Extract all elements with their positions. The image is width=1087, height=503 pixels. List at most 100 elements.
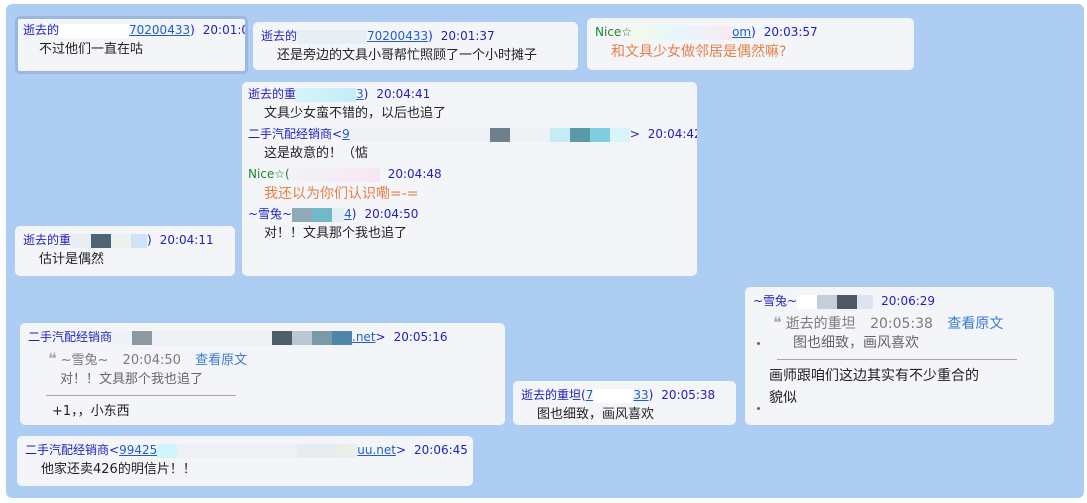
- message-header: 逝去的 70200433) 20:01:37: [261, 28, 570, 44]
- sender-name[interactable]: Nice☆(: [248, 167, 290, 181]
- message-header: 逝去的重坦(7 33) 20:05:38: [521, 387, 728, 403]
- bracket: ): [428, 29, 433, 43]
- redaction: [289, 167, 380, 182]
- redaction: [857, 294, 874, 309]
- sender-link[interactable]: 70200433: [129, 23, 190, 37]
- message-card[interactable]: Nice☆ om) 20:03:57 和文具少女做邻居是偶然嘛?: [587, 18, 914, 70]
- redaction: [131, 233, 148, 248]
- quote-mark-icon: ❝: [773, 313, 782, 332]
- message-text: +1，，小东西: [52, 404, 130, 419]
- redaction: [817, 294, 838, 309]
- message-card[interactable]: 逝去的 70200433) 20:01:04 不过他们一直在咕: [15, 16, 248, 74]
- message-card[interactable]: 逝去的 70200433) 20:01:37 还是旁边的文具小哥帮忙照顾了一个小时摊…: [253, 22, 578, 70]
- timestamp: 20:04:41: [376, 87, 431, 101]
- sender-name[interactable]: 二手汽配经销商<: [25, 443, 119, 457]
- sender-link[interactable]: 9: [342, 127, 350, 141]
- sender-link[interactable]: uu.net: [357, 443, 396, 457]
- sender-name[interactable]: Nice☆: [595, 25, 632, 39]
- redaction: [632, 25, 733, 40]
- sender-name[interactable]: ~雪兔~: [753, 294, 797, 308]
- message-header: 二手汽配经销商<99425 uu.net> 20:06:45: [25, 442, 468, 458]
- divider: [46, 395, 236, 396]
- bracket: ): [648, 388, 654, 402]
- redaction: [549, 127, 570, 142]
- sender-link[interactable]: .net: [352, 330, 376, 344]
- message-header: 逝去的重 3) 20:04:41: [248, 86, 691, 102]
- message-card[interactable]: ~雪兔~ 20:06:29 ❝ 逝去的重坦 20:05:38 查看原文 图也细致，画…: [745, 287, 1054, 425]
- quoted-message: ❝ 逝去的重坦 20:05:38 查看原文 图也细致，画风喜欢: [773, 313, 1046, 353]
- sender-name[interactable]: ~雪兔~: [248, 207, 292, 221]
- redaction: [297, 29, 368, 44]
- message-card[interactable]: 二手汽配经销商 .net> 20:05:16 ❝ ~雪兔~ 20:04:50 查看原文…: [20, 323, 505, 425]
- sender-link[interactable]: 7: [586, 388, 594, 402]
- quote-text: 图也细致，画风喜欢: [793, 335, 919, 351]
- timestamp: 20:04:48: [387, 167, 442, 181]
- redaction: [157, 443, 178, 458]
- message-header: 逝去的重) 20:04:11: [23, 232, 227, 248]
- sender-link[interactable]: 33: [633, 388, 648, 402]
- redaction: [59, 23, 130, 38]
- sender-name[interactable]: 二手汽配经销商<: [248, 127, 342, 141]
- message-header: ~雪兔~ 4) 20:04:50: [248, 206, 691, 222]
- message-header: 逝去的 70200433) 20:01:04: [23, 22, 245, 38]
- message-text: 这是故意的！（惦: [264, 146, 369, 161]
- sender-name[interactable]: 逝去的: [261, 29, 297, 43]
- redaction: [332, 330, 353, 345]
- quote-author: ~雪兔~: [60, 353, 109, 368]
- sender-name[interactable]: 逝去的重: [248, 87, 296, 101]
- sender-name[interactable]: 逝去的重: [23, 233, 71, 247]
- redaction: [292, 207, 313, 222]
- redaction: [152, 330, 273, 345]
- redaction: [509, 127, 550, 142]
- message-text: 不过他们一直在咕: [39, 42, 144, 57]
- message-text: 对！！文具那个我也追了: [264, 226, 408, 241]
- quote-time: 20:05:38: [870, 316, 933, 332]
- redaction: [489, 127, 510, 142]
- message-text: 他家还卖426的明信片！！: [41, 462, 196, 477]
- sender-link[interactable]: om: [732, 25, 751, 39]
- redaction: [71, 233, 92, 248]
- message-card[interactable]: 逝去的重) 20:04:11 估计是偶然: [15, 226, 235, 276]
- redaction: [609, 127, 630, 142]
- bracket: >: [375, 330, 386, 344]
- redaction: [837, 294, 858, 309]
- redaction: [349, 127, 490, 142]
- redaction: [292, 330, 313, 345]
- timestamp: 20:05:16: [393, 330, 448, 344]
- sender-name[interactable]: 二手汽配经销商: [28, 330, 112, 344]
- divider: [777, 359, 1017, 360]
- redaction: [312, 330, 333, 345]
- message-header: Nice☆ om) 20:03:57: [595, 24, 906, 40]
- bracket: >: [629, 127, 640, 141]
- quoted-message: ❝ ~雪兔~ 20:04:50 查看原文 对！！文具那个我也追了: [48, 349, 497, 389]
- sender-link[interactable]: 3: [356, 87, 364, 101]
- sender-link[interactable]: 70200433: [367, 29, 428, 43]
- timestamp: 20:05:38: [661, 388, 716, 402]
- sender-name[interactable]: 逝去的重坦(: [521, 388, 586, 402]
- message-card[interactable]: 逝去的重坦(7 33) 20:05:38 图也细致，画风喜欢: [513, 381, 736, 425]
- message-text: 图也细致，画风喜欢: [537, 407, 655, 422]
- view-original-link[interactable]: 查看原文: [947, 316, 1003, 332]
- sender-name[interactable]: 逝去的: [23, 23, 59, 37]
- redaction: [297, 443, 338, 458]
- bullet-dot: [757, 407, 760, 410]
- timestamp: 20:06:45: [414, 443, 468, 457]
- message-card-group[interactable]: 逝去的重 3) 20:04:41 文具少女蛮不错的，以后也追了 二手汽配经销商<9 >…: [242, 82, 697, 276]
- redaction: [132, 330, 153, 345]
- sender-link[interactable]: 4: [344, 207, 352, 221]
- redaction: [112, 330, 133, 345]
- message-card[interactable]: 二手汽配经销商<99425 uu.net> 20:06:45 他家还卖426的明信片…: [17, 436, 473, 486]
- redaction: [91, 233, 112, 248]
- message-text: 还是旁边的文具小哥帮忙照顾了一个小时摊子: [277, 48, 538, 63]
- timestamp: 20:06:29: [881, 294, 936, 308]
- bracket: >: [395, 443, 407, 457]
- message-text: 文具少女蛮不错的，以后也追了: [264, 106, 447, 121]
- message-header: ~雪兔~ 20:06:29: [753, 293, 1046, 309]
- quote-text: 对！！文具那个我也追了: [60, 372, 204, 387]
- redaction: [272, 330, 293, 345]
- bullet-dot: [757, 342, 760, 345]
- view-original-link[interactable]: 查看原文: [195, 353, 247, 368]
- sender-link[interactable]: 99425: [119, 443, 157, 457]
- timestamp: 20:04:42: [647, 127, 697, 141]
- redaction: [797, 294, 818, 309]
